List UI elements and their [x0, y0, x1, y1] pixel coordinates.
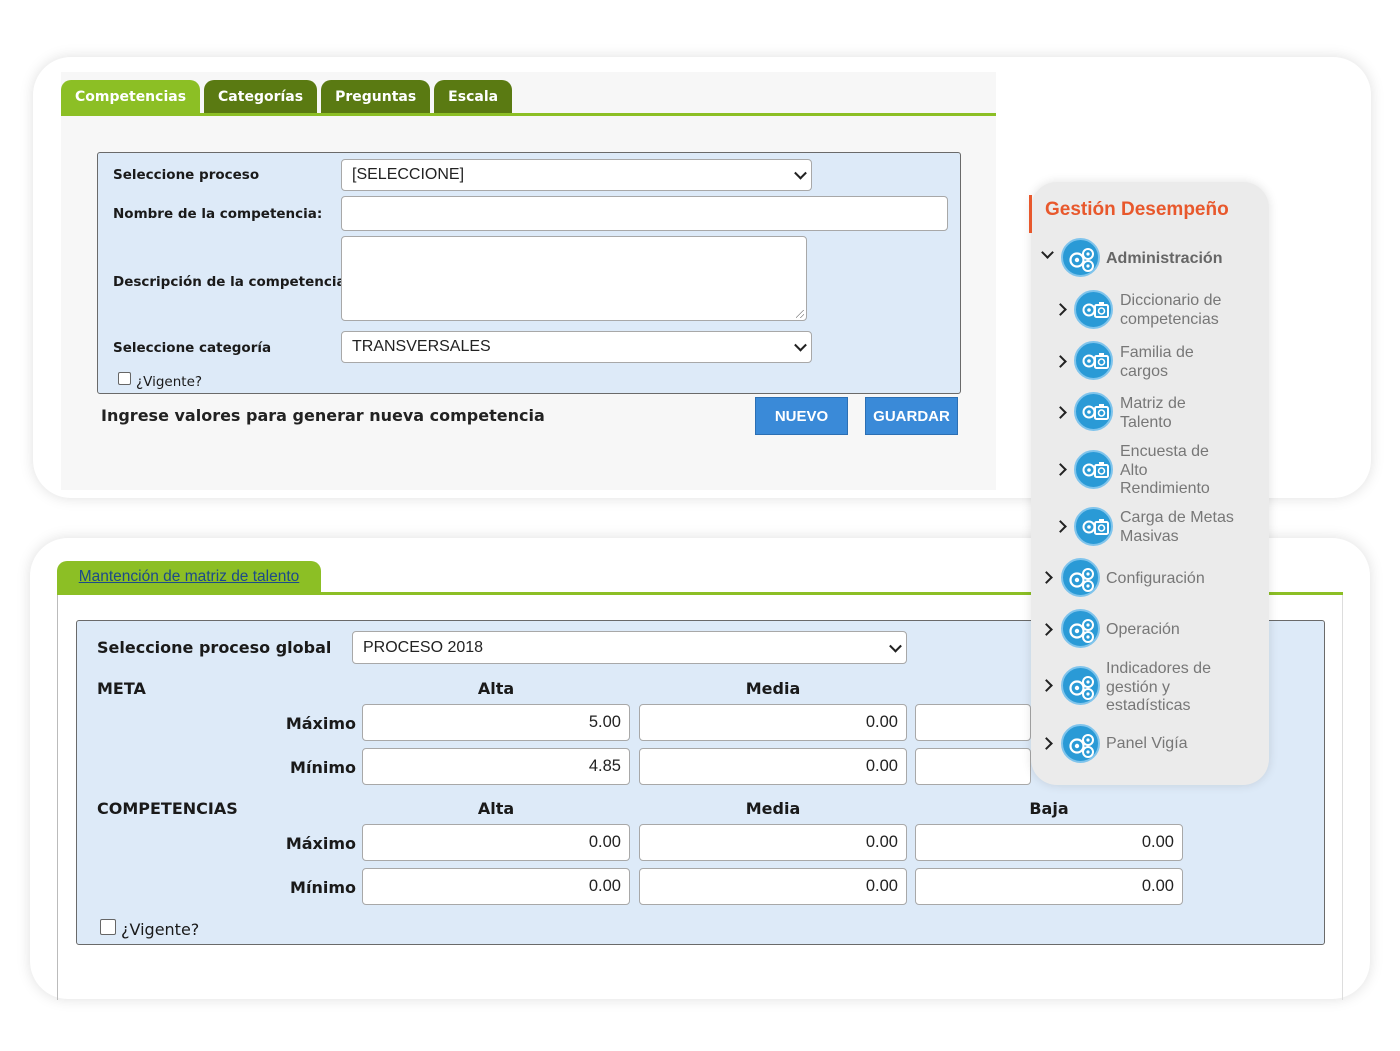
camera-gear-icon — [1074, 392, 1113, 431]
meta-maximo-label: Máximo — [285, 714, 356, 733]
meta-col-alta: Alta — [477, 679, 515, 698]
menu-item-label[interactable]: Panel Vigía — [1106, 735, 1188, 754]
proceso-select[interactable]: [SELECCIONE] — [341, 159, 812, 191]
tab-matriz-talento[interactable]: Mantención de matriz de talento — [57, 561, 321, 593]
camera-gear-icon — [1074, 290, 1113, 329]
meta-minimo-alta-input[interactable]: 4.85 — [362, 748, 630, 785]
menu-item-label[interactable]: Matriz de Talento — [1120, 395, 1186, 432]
vigente-label: ¿Vigente? — [136, 374, 203, 390]
comp-maximo-label: Máximo — [285, 834, 356, 853]
nombre-label: Nombre de la competencia: — [113, 206, 323, 222]
comp-col-media: Media — [745, 799, 801, 818]
competencias-tabs: Competencias Categorías Preguntas Escala — [61, 80, 513, 114]
frame-border — [57, 595, 58, 1000]
tab-escala[interactable]: Escala — [434, 80, 513, 114]
comp-col-baja: Baja — [1029, 799, 1069, 818]
camera-gear-icon — [1074, 341, 1113, 380]
comp-maximo-alta-input[interactable]: 0.00 — [362, 824, 630, 861]
menu-item-label[interactable]: Configuración — [1106, 570, 1205, 589]
gears-icon — [1061, 666, 1100, 705]
tab-competencias[interactable]: Competencias — [61, 80, 201, 114]
meta-maximo-baja-input[interactable] — [915, 704, 1031, 741]
chevron-down-icon — [889, 639, 902, 653]
vigente-checkbox[interactable] — [118, 372, 131, 385]
comp-minimo-alta-input[interactable]: 0.00 — [362, 868, 630, 905]
nombre-input[interactable] — [341, 196, 948, 231]
comp-minimo-label: Mínimo — [290, 878, 356, 897]
categoria-select-value: TRANSVERSALES — [352, 338, 491, 355]
comp-minimo-media-input[interactable]: 0.00 — [639, 868, 907, 905]
camera-gear-icon — [1074, 507, 1113, 546]
proceso-select-value: [SELECCIONE] — [352, 166, 465, 183]
menu-item-label[interactable]: Operación — [1106, 621, 1180, 640]
vigente-label-2: ¿Vigente? — [121, 920, 200, 939]
comp-maximo-baja-input[interactable]: 0.00 — [915, 824, 1183, 861]
frame-border — [1342, 595, 1343, 1000]
chevron-down-icon — [794, 166, 807, 180]
camera-gear-icon — [1074, 450, 1113, 489]
categoria-label: Seleccione categoría — [113, 340, 272, 356]
menu-item-label[interactable]: Carga de Metas Masivas — [1120, 509, 1234, 546]
menu-title-accent — [1029, 195, 1032, 233]
meta-minimo-media-input[interactable]: 0.00 — [639, 748, 907, 785]
meta-minimo-label: Mínimo — [290, 758, 356, 777]
status-message: Ingrese valores para generar nueva compe… — [101, 406, 545, 425]
chevron-down-icon — [794, 338, 807, 352]
vigente-checkbox-2[interactable] — [100, 919, 116, 935]
tab-preguntas[interactable]: Preguntas — [321, 80, 431, 114]
menu-item-label[interactable]: Diccionario de competencias — [1120, 292, 1221, 329]
menu-item-label[interactable]: Familia de cargos — [1120, 344, 1194, 381]
comp-col-alta: Alta — [477, 799, 515, 818]
proceso-global-select[interactable]: PROCESO 2018 — [352, 631, 907, 664]
gears-icon — [1061, 238, 1100, 277]
menu-title: Gestión Desempeño — [1045, 199, 1229, 220]
descripcion-textarea[interactable] — [341, 236, 807, 321]
meta-maximo-alta-input[interactable]: 5.00 — [362, 704, 630, 741]
nuevo-button[interactable]: NUEVO — [755, 397, 848, 435]
competencias-title: COMPETENCIAS — [97, 799, 238, 818]
comp-minimo-baja-input[interactable]: 0.00 — [915, 868, 1183, 905]
gears-icon — [1061, 724, 1100, 763]
descripcion-label: Descripción de la competencia: — [113, 274, 352, 290]
proceso-global-label: Seleccione proceso global — [97, 638, 332, 657]
categoria-select[interactable]: TRANSVERSALES — [341, 331, 812, 363]
meta-minimo-baja-input[interactable] — [915, 748, 1031, 785]
guardar-button[interactable]: GUARDAR — [865, 397, 958, 435]
menu-item-label[interactable]: Indicadores de gestión y estadísticas — [1106, 660, 1211, 716]
menu-item-label[interactable]: Administración — [1106, 250, 1222, 269]
meta-col-media: Media — [745, 679, 801, 698]
meta-maximo-media-input[interactable]: 0.00 — [639, 704, 907, 741]
resize-handle-icon[interactable] — [796, 310, 804, 318]
menu-item-label[interactable]: Encuesta de Alto Rendimiento — [1120, 443, 1210, 499]
meta-title: META — [97, 679, 146, 698]
tab-categorias[interactable]: Categorías — [204, 80, 318, 114]
tabs-underline — [61, 113, 996, 116]
proceso-global-value: PROCESO 2018 — [363, 638, 484, 656]
gears-icon — [1061, 609, 1100, 648]
proceso-label: Seleccione proceso — [113, 167, 260, 183]
gears-icon — [1061, 558, 1100, 597]
comp-maximo-media-input[interactable]: 0.00 — [639, 824, 907, 861]
